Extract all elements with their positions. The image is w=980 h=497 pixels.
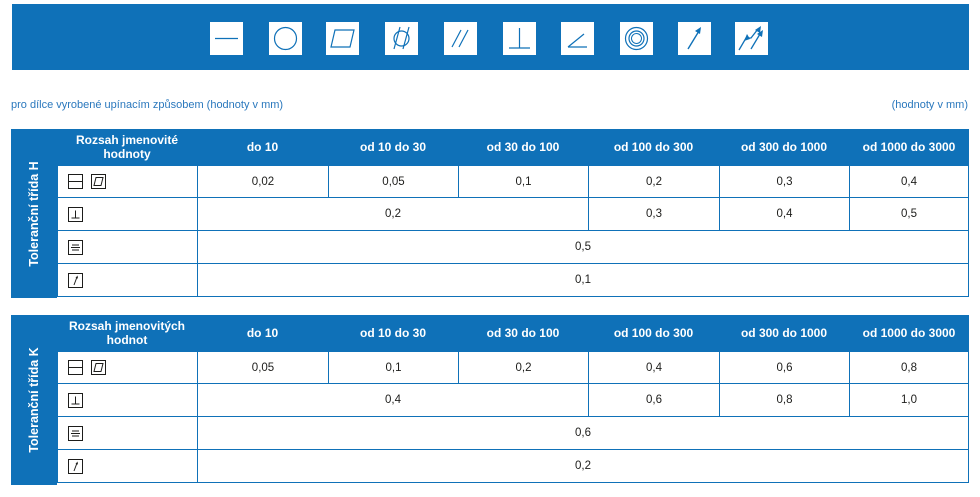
table-cell: 0,3 — [720, 165, 850, 198]
column-header: od 300 do 1000 — [740, 326, 828, 340]
column-header: od 100 do 300 — [613, 326, 694, 340]
column-header: od 30 do 100 — [486, 140, 560, 154]
table-row: 0,02 0,05 0,1 0,2 0,3 0,4 — [57, 165, 969, 198]
row-symbol-cell — [57, 384, 198, 417]
table-header: Rozsah jmenovitých hodnot do 10 od 10 do… — [57, 315, 969, 351]
table-cell: 0,4 — [198, 384, 589, 417]
row-symbol-cell — [57, 417, 198, 450]
table-cell: 0,1 — [198, 264, 969, 297]
straightness-box-icon — [68, 360, 83, 375]
table-cell: 0,2 — [198, 198, 589, 231]
table-row: 0,1 — [57, 264, 969, 297]
total-runout-icon — [735, 22, 768, 55]
caption-right: (hodnoty v mm) — [891, 99, 968, 111]
table-cell: 0,6 — [720, 351, 850, 384]
perpendicularity-box-icon — [68, 206, 83, 222]
table-cell: 0,05 — [329, 165, 459, 198]
table-cell: 0,1 — [459, 165, 589, 198]
caption-left: pro dílce vyrobené upínacím způsobem (ho… — [11, 99, 284, 111]
table-row: 0,5 — [57, 231, 969, 264]
table-cell: 0,4 — [720, 198, 850, 231]
table-cell: 0,5 — [198, 231, 969, 264]
table-cell: 0,2 — [589, 165, 720, 198]
range-label: Rozsah jmenovitých hodnot — [68, 319, 186, 347]
row-symbol-cell — [57, 351, 198, 384]
side-label-h: Toleranční třída H — [11, 129, 57, 298]
runout-box-icon — [68, 458, 83, 474]
table-cell: 0,6 — [198, 417, 969, 450]
straightness-box-icon — [68, 174, 83, 189]
column-header: do 10 — [246, 140, 279, 154]
circular-runout-icon — [678, 22, 711, 55]
column-header: od 300 do 1000 — [740, 140, 828, 154]
table-cell: 0,8 — [720, 384, 850, 417]
range-label: Rozsah jmenovité hodnoty — [75, 133, 179, 161]
table-cell: 0,4 — [589, 351, 720, 384]
table-header: Rozsah jmenovité hodnoty do 10 od 10 do … — [57, 129, 969, 165]
column-header: od 100 do 300 — [613, 140, 694, 154]
table-row: 0,6 — [57, 417, 969, 450]
angularity-icon — [561, 22, 594, 55]
table-row: 0,2 0,3 0,4 0,5 — [57, 198, 969, 231]
row-symbol-cell — [57, 264, 198, 297]
column-header: od 10 do 30 — [359, 140, 427, 154]
flatness-icon — [326, 22, 359, 55]
table-cell: 0,5 — [850, 198, 969, 231]
row-symbol-cell — [57, 231, 198, 264]
symmetry-box-icon — [68, 239, 83, 255]
table-cell: 0,4 — [850, 165, 969, 198]
table-cell: 0,1 — [329, 351, 459, 384]
perpendicularity-icon — [503, 22, 536, 55]
table-row: 0,4 0,6 0,8 1,0 — [57, 384, 969, 417]
column-header: od 10 do 30 — [359, 326, 427, 340]
table-cell: 1,0 — [850, 384, 969, 417]
table-cell: 0,3 — [589, 198, 720, 231]
table-cell: 0,2 — [459, 351, 589, 384]
cylindricity-icon — [385, 22, 418, 55]
row-symbol-cell — [57, 450, 198, 483]
parallelism-icon — [444, 22, 477, 55]
table-row: 0,05 0,1 0,2 0,4 0,6 0,8 — [57, 351, 969, 384]
column-header: od 30 do 100 — [486, 326, 560, 340]
row-symbol-cell — [57, 165, 198, 198]
runout-box-icon — [68, 272, 83, 288]
table-row: 0,2 — [57, 450, 969, 483]
tolerance-table-k: Toleranční třída K Rozsah jmenovitých ho… — [11, 315, 969, 485]
table-cell: 0,6 — [589, 384, 720, 417]
flatness-box-icon — [91, 360, 106, 375]
tolerance-symbols-banner — [12, 4, 969, 70]
table-cell: 0,2 — [198, 450, 969, 483]
table-cell: 0,8 — [850, 351, 969, 384]
table-cell: 0,05 — [198, 351, 329, 384]
perpendicularity-box-icon — [68, 392, 83, 408]
column-header: do 10 — [246, 326, 279, 340]
tolerance-table-h: Toleranční třída H Rozsah jmenovité hodn… — [11, 129, 969, 298]
circularity-icon — [269, 22, 302, 55]
column-header: od 1000 do 3000 — [862, 326, 956, 340]
straightness-icon — [210, 22, 243, 55]
column-header: od 1000 do 3000 — [862, 140, 956, 154]
flatness-box-icon — [91, 174, 106, 189]
side-label-k: Toleranční třída K — [11, 315, 57, 485]
concentricity-icon — [620, 22, 653, 55]
row-symbol-cell — [57, 198, 198, 231]
symmetry-box-icon — [68, 425, 83, 441]
table-cell: 0,02 — [198, 165, 329, 198]
